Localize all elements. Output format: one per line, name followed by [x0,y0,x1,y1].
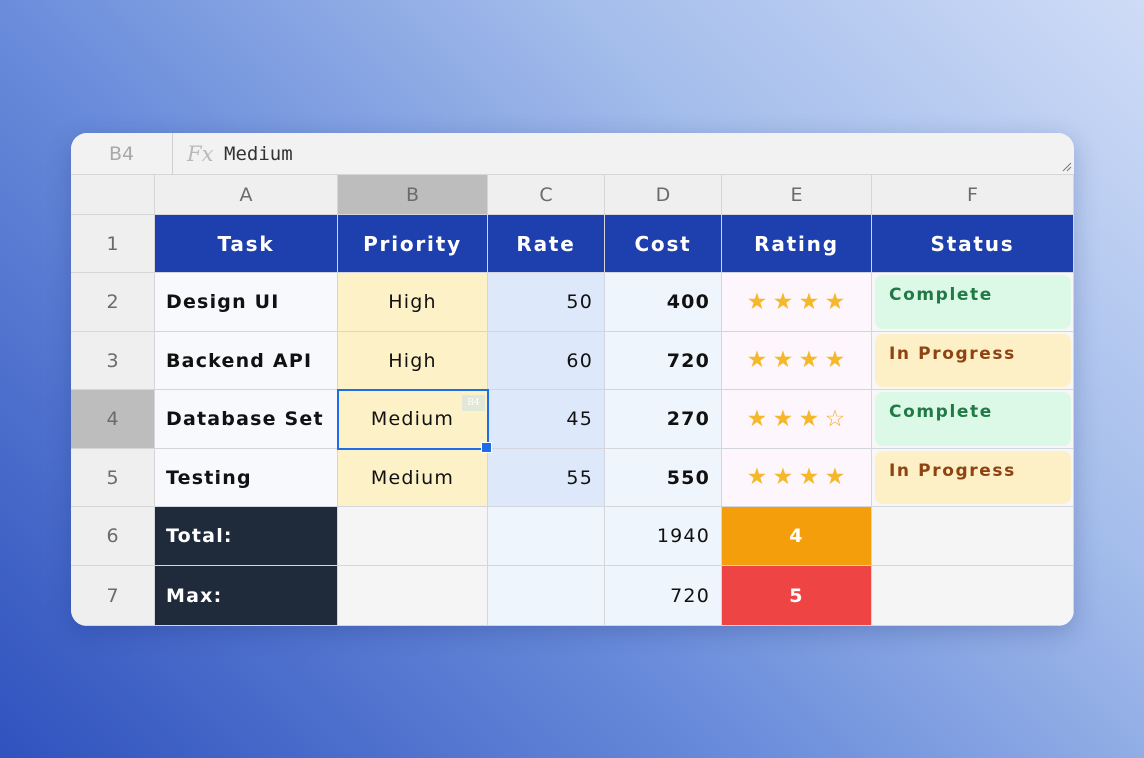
header-cell-status[interactable]: Status [872,215,1074,273]
total-cost-cell[interactable]: 1940 [605,507,722,566]
status-badge: Complete [875,275,1071,329]
task-name-cell[interactable]: Testing [155,449,338,507]
column-header-c[interactable]: C [488,175,605,215]
name-box[interactable]: B4 [71,133,173,175]
rating-cell[interactable]: ★ ★ ★ ★ [722,449,872,507]
header-cell-task[interactable]: Task [155,215,338,273]
rate-cell[interactable]: 60 [488,332,605,390]
empty-cell[interactable] [488,566,605,626]
rate-cell[interactable]: 55 [488,449,605,507]
header-cell-priority[interactable]: Priority [338,215,488,273]
row-header-6[interactable]: 6 [71,507,155,566]
row-header-7[interactable]: 7 [71,566,155,626]
max-label-cell[interactable]: Max: [155,566,338,626]
fx-icon: Fx [187,142,214,166]
priority-cell[interactable]: Medium [338,449,488,507]
star-filled-icon: ★ [798,464,821,490]
empty-cell[interactable] [872,507,1074,566]
total-rating-cell[interactable]: 4 [722,507,872,566]
star-filled-icon: ★ [746,464,769,490]
star-filled-icon: ★ [772,347,795,373]
row-header-5[interactable]: 5 [71,449,155,507]
star-filled-icon: ★ [746,347,769,373]
column-header-e[interactable]: E [722,175,872,215]
priority-cell[interactable]: High [338,273,488,332]
star-outline-icon: ☆ [824,405,847,432]
star-rating: ★ ★ ★ ★ [746,288,847,315]
star-filled-icon: ★ [798,288,821,315]
task-name-cell[interactable]: Database Set [155,390,338,449]
star-filled-icon: ★ [772,405,795,432]
empty-cell[interactable] [338,566,488,626]
star-filled-icon: ★ [746,405,769,432]
header-cell-rating[interactable]: Rating [722,215,872,273]
rate-cell[interactable]: 50 [488,273,605,332]
max-rating-cell[interactable]: 5 [722,566,872,626]
row-header-1[interactable]: 1 [71,215,155,273]
header-cell-rate[interactable]: Rate [488,215,605,273]
task-name-cell[interactable]: Backend API [155,332,338,390]
status-cell[interactable]: Complete [872,273,1074,332]
row-header-3[interactable]: 3 [71,332,155,390]
cell-ref-tag: B4 [462,395,485,411]
status-badge: In Progress [875,334,1071,387]
star-filled-icon: ★ [772,464,795,490]
star-rating: ★ ★ ★ ★ [746,349,847,372]
task-name-cell[interactable]: Design UI [155,273,338,332]
star-filled-icon: ★ [798,347,821,373]
star-rating: ★ ★ ★ ☆ [746,405,847,432]
rating-cell[interactable]: ★ ★ ★ ★ [722,273,872,332]
star-filled-icon: ★ [824,288,847,315]
cost-cell[interactable]: 270 [605,390,722,449]
cost-cell[interactable]: 550 [605,449,722,507]
column-header-b[interactable]: B [338,175,488,215]
fill-handle[interactable] [481,442,492,453]
star-rating: ★ ★ ★ ★ [746,466,847,489]
formula-input[interactable]: Medium [224,139,293,169]
total-label-cell[interactable]: Total: [155,507,338,566]
spreadsheet-window: B4 Fx Medium ABCDEF 1234567 Task Priority… [71,133,1074,626]
star-filled-icon: ★ [798,405,821,432]
empty-cell[interactable] [872,566,1074,626]
header-cell-cost[interactable]: Cost [605,215,722,273]
rating-cell[interactable]: ★ ★ ★ ☆ [722,390,872,449]
star-filled-icon: ★ [824,347,847,373]
empty-cell[interactable] [338,507,488,566]
empty-cell[interactable] [488,507,605,566]
star-filled-icon: ★ [824,464,847,490]
column-header-f[interactable]: F [872,175,1074,215]
rating-cell[interactable]: ★ ★ ★ ★ [722,332,872,390]
status-cell[interactable]: In Progress [872,449,1074,507]
status-badge: In Progress [875,451,1071,504]
row-header-4[interactable]: 4 [71,390,155,449]
max-cost-cell[interactable]: 720 [605,566,722,626]
status-cell[interactable]: In Progress [872,332,1074,390]
status-badge: Complete [875,392,1071,446]
status-cell[interactable]: Complete [872,390,1074,449]
cost-cell[interactable]: 720 [605,332,722,390]
column-header-d[interactable]: D [605,175,722,215]
select-all-corner[interactable] [71,175,155,215]
resize-grip-icon[interactable] [1062,162,1072,172]
star-filled-icon: ★ [772,288,795,315]
rate-cell[interactable]: 45 [488,390,605,449]
cost-cell[interactable]: 400 [605,273,722,332]
priority-cell[interactable]: High [338,332,488,390]
formula-bar: B4 Fx Medium [71,133,1074,175]
row-header-2[interactable]: 2 [71,273,155,332]
column-header-a[interactable]: A [155,175,338,215]
star-filled-icon: ★ [746,288,769,315]
